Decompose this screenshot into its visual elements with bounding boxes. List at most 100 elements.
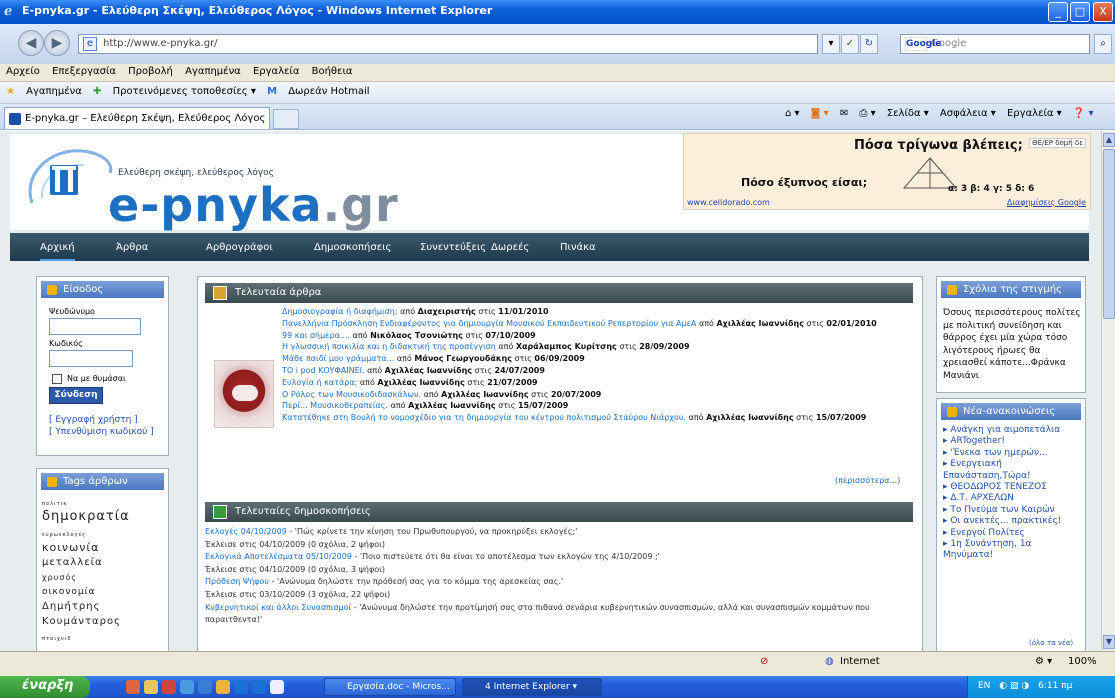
article-link[interactable]: Η γλωσσική ποικιλία και η διδακτική της … bbox=[282, 342, 496, 351]
ad-banner[interactable]: Πόσα τρίγωνα βλέπεις; Πόσο έξυπνος είσαι… bbox=[683, 133, 1091, 210]
quicklaunch-icon[interactable] bbox=[144, 680, 158, 694]
nav-interviews[interactable]: Συνεντεύξεις bbox=[420, 242, 486, 253]
menu-tools[interactable]: Εργαλεία bbox=[253, 66, 299, 77]
news-item[interactable]: ▸ Ενεργειακή Επανάσταση,Τώρα! bbox=[943, 459, 1081, 482]
register-link[interactable]: [ Εγγραφή χρήστη ] bbox=[49, 415, 138, 425]
article-link[interactable]: Δημοσιογραφία ή διαφήμιση; bbox=[282, 307, 398, 316]
article-author[interactable]: Αχιλλέας Ιωαννίδης bbox=[408, 401, 495, 410]
new-tab-button[interactable] bbox=[273, 109, 299, 129]
poll-link[interactable]: Κυβερνητικοί και άλλοι Συνασπισμοί bbox=[205, 603, 351, 612]
article-author[interactable]: Αχιλλέας Ιωαννίδης bbox=[706, 413, 793, 422]
news-link[interactable]: 'Ένεκα των ημερών... bbox=[950, 448, 1047, 458]
vertical-scrollbar[interactable]: ▲ ▼ bbox=[1101, 131, 1115, 651]
article-author[interactable]: Αχιλλέας Ιωαννίδης bbox=[377, 378, 464, 387]
tools-menu[interactable]: Εργαλεία ▾ bbox=[1007, 108, 1062, 119]
quicklaunch-icon[interactable] bbox=[162, 680, 176, 694]
nav-authors[interactable]: Αρθρογράφοι bbox=[206, 242, 273, 253]
news-link[interactable]: Το Πνεύμα των Καιρών bbox=[950, 505, 1054, 515]
article-author[interactable]: Αχιλλέας Ιωαννίδης bbox=[441, 390, 528, 399]
tag-link[interactable]: δημοκρατία bbox=[42, 509, 130, 524]
suggested-sites[interactable]: Προτεινόμενες τοποθεσίες ▾ bbox=[113, 86, 256, 97]
article-author[interactable]: Νικόλαος Τσονιώτης bbox=[370, 331, 463, 340]
article-link[interactable]: Ευλογία ή κατάρα; bbox=[282, 378, 357, 387]
quicklaunch-icon[interactable] bbox=[126, 680, 140, 694]
tab-active[interactable]: E-pnyka.gr – Ελεύθερη Σκέψη, Ελεύθερος Λ… bbox=[4, 107, 270, 129]
news-link[interactable]: 1η Συνάντηση, 1α Μηνύματα! bbox=[943, 539, 1031, 560]
menu-help[interactable]: Βοήθεια bbox=[312, 66, 353, 77]
forgot-password-link[interactable]: [ Υπενθύμιση κωδικού ] bbox=[49, 427, 154, 437]
article-link[interactable]: Μάθε παιδί μου γράμματα... bbox=[282, 354, 394, 363]
scroll-up-icon[interactable]: ▲ bbox=[1103, 133, 1115, 147]
article-link[interactable]: Ο Ρόλος των Μουσικοδιδασκάλων. bbox=[282, 390, 421, 399]
menu-favorites[interactable]: Αγαπημένα bbox=[185, 66, 241, 77]
tag-link[interactable]: οικονομία bbox=[42, 587, 96, 597]
article-author[interactable]: Μάνος Γεωργουδάκης bbox=[414, 354, 512, 363]
username-field[interactable] bbox=[49, 318, 141, 335]
forward-button[interactable]: ▶ bbox=[44, 30, 70, 56]
tag-link[interactable]: μεταλλεία bbox=[42, 557, 103, 568]
news-item[interactable]: ▸ Δ.Τ. ΑΡΧΕΛΩΝ bbox=[943, 493, 1081, 504]
page-menu[interactable]: Σελίδα ▾ bbox=[887, 108, 929, 119]
add-favorite-icon[interactable]: ✚ bbox=[93, 86, 101, 97]
search-input[interactable]: Google Google bbox=[900, 34, 1090, 54]
task-ie[interactable]: 4 Internet Explorer ▾ bbox=[462, 678, 602, 696]
login-button[interactable]: Σύνδεση bbox=[49, 387, 103, 404]
news-link[interactable]: ARTogether! bbox=[950, 436, 1005, 446]
search-icon[interactable]: ⌕ bbox=[1094, 34, 1112, 54]
menu-edit[interactable]: Επεξεργασία bbox=[52, 66, 116, 77]
close-button[interactable]: X bbox=[1093, 2, 1113, 22]
maximize-button[interactable]: □ bbox=[1070, 2, 1090, 22]
poll-link[interactable]: Πρόθεση Ψήφου bbox=[205, 577, 269, 586]
nav-home[interactable]: Αρχική bbox=[40, 233, 75, 261]
news-link[interactable]: Δ.Τ. ΑΡΧΕΛΩΝ bbox=[950, 493, 1013, 503]
address-bar[interactable]: e http://www.e-pnyka.gr/ bbox=[78, 34, 818, 54]
scroll-down-icon[interactable]: ▼ bbox=[1103, 635, 1115, 649]
quicklaunch-icon[interactable] bbox=[198, 680, 212, 694]
favorites-button[interactable]: Αγαπημένα bbox=[26, 86, 82, 97]
news-item[interactable]: ▸ Ενεργοί Πολίτες bbox=[943, 528, 1081, 539]
quicklaunch-icon[interactable] bbox=[180, 680, 194, 694]
safety-menu[interactable]: Ασφάλεια ▾ bbox=[940, 108, 996, 119]
nav-donations[interactable]: Δωρεές bbox=[491, 242, 529, 253]
news-item[interactable]: ▸ ARTogether! bbox=[943, 436, 1081, 447]
more-articles-link[interactable]: (περισσότερα...) bbox=[835, 476, 900, 485]
ad-badge[interactable]: ΘΕ/ΕΡ δομή δε bbox=[1029, 138, 1086, 148]
news-link[interactable]: Ενεργειακή Επανάσταση,Τώρα! bbox=[943, 459, 1031, 480]
protected-mode-icon[interactable]: ⚙ ▾ bbox=[1035, 656, 1052, 667]
nav-polls[interactable]: Δημοσκοπήσεις bbox=[314, 242, 391, 253]
article-link[interactable]: Περί... Μουσικοθεραπείας. bbox=[282, 401, 388, 410]
print-icon[interactable]: ⎙ ▾ bbox=[859, 108, 875, 119]
tray-icons[interactable]: ◐ ▨ ◑ bbox=[999, 681, 1029, 691]
poll-link[interactable]: Εκλογικά Αποτελέσματα 05/10/2009 bbox=[205, 552, 352, 561]
menu-view[interactable]: Προβολή bbox=[128, 66, 173, 77]
site-logo[interactable]: e-pnyka.gr bbox=[108, 178, 399, 232]
tag-link[interactable]: πολιτικ bbox=[42, 501, 67, 507]
tag-link[interactable]: Δημήτρης bbox=[42, 601, 100, 612]
article-author[interactable]: Αχιλλέας Ιωαννίδης bbox=[716, 319, 803, 328]
news-item[interactable]: ▸ Το Πνεύμα των Καιρών bbox=[943, 505, 1081, 516]
start-button[interactable]: έναρξη bbox=[0, 676, 90, 698]
hotmail-link[interactable]: Δωρεάν Hotmail bbox=[288, 86, 369, 97]
menu-file[interactable]: Αρχείο bbox=[6, 66, 40, 77]
minimize-button[interactable]: _ bbox=[1048, 2, 1068, 22]
ie-quick-icon[interactable] bbox=[234, 680, 248, 694]
news-item[interactable]: ▸ 1η Συνάντηση, 1α Μηνύματα! bbox=[943, 539, 1081, 562]
article-link[interactable]: ΤΟ i pod ΚΟΥΦΑΙΝΕΙ. bbox=[282, 366, 365, 375]
remember-checkbox[interactable] bbox=[52, 374, 62, 384]
news-link[interactable]: Ενεργοί Πολίτες bbox=[950, 528, 1024, 538]
ie-quick-icon[interactable] bbox=[252, 680, 266, 694]
google-ads-link[interactable]: Διαφημίσεις Google bbox=[1007, 198, 1086, 207]
refresh-icon[interactable]: ↻ bbox=[860, 34, 878, 54]
zoom-label[interactable]: 100% bbox=[1068, 656, 1097, 667]
home-icon[interactable]: ⌂ ▾ bbox=[785, 108, 800, 119]
quicklaunch-icon[interactable] bbox=[216, 680, 230, 694]
news-item[interactable]: ▸ 'Ένεκα των ημερών... bbox=[943, 448, 1081, 459]
ad-url[interactable]: www.celldorado.com bbox=[687, 198, 770, 207]
article-author[interactable]: Διαχειριστής bbox=[418, 307, 476, 316]
quicklaunch-icon[interactable] bbox=[270, 680, 284, 694]
nav-board[interactable]: Πινάκα bbox=[560, 242, 596, 253]
tag-link[interactable]: Κουμάνταρος bbox=[42, 616, 121, 627]
dropdown-icon[interactable]: ▾ bbox=[822, 34, 840, 54]
article-link[interactable]: Κατατέθηκε στη Βουλή το νομοσχέδιο για τ… bbox=[282, 413, 686, 422]
tag-link[interactable]: χρυσός bbox=[42, 573, 77, 582]
